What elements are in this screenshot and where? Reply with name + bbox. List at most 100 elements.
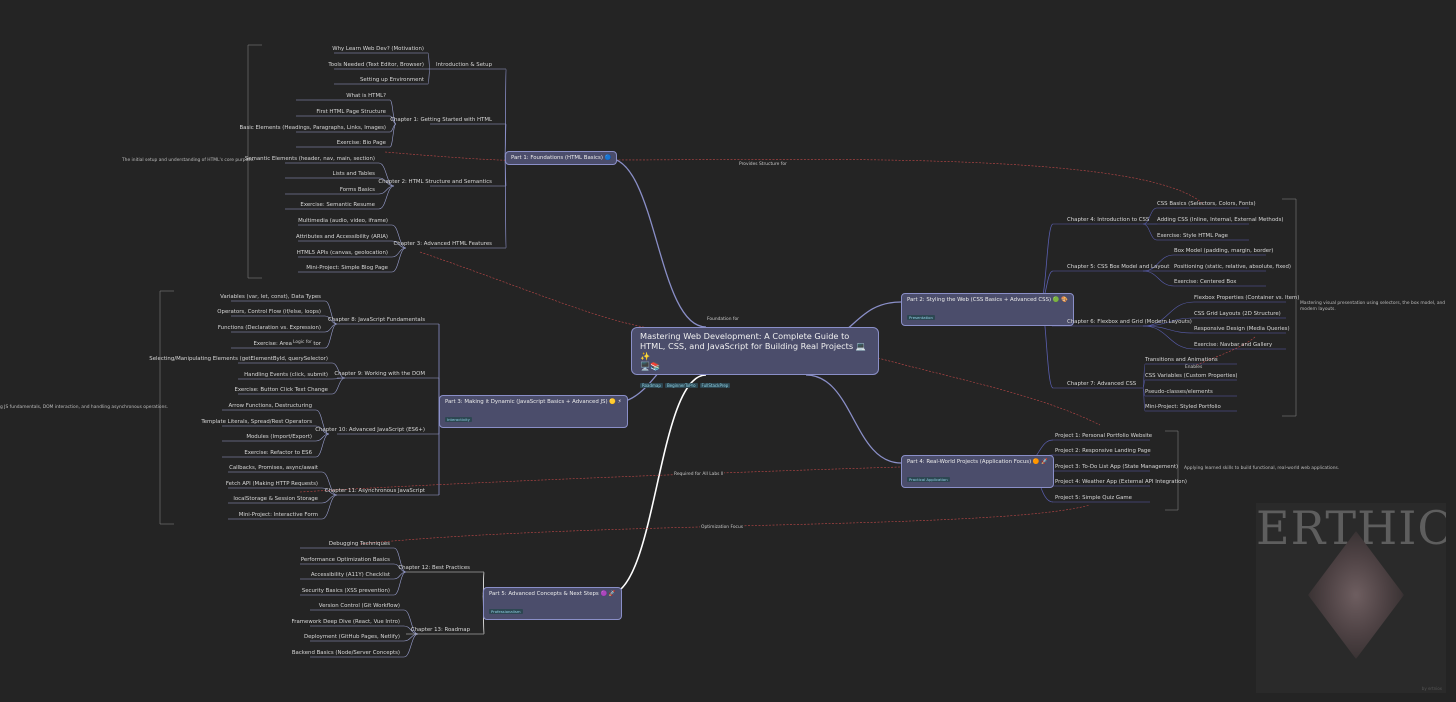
chapter-2[interactable]: Chapter 2: HTML Structure and Semantics <box>378 179 492 186</box>
chapter-10[interactable]: Chapter 10: Advanced JavaScript (ES6+) <box>315 427 425 434</box>
chapter-13[interactable]: Chapter 13: Roadmap <box>411 627 470 634</box>
leaf-ch9-2[interactable]: Handling Events (click, submit) <box>244 372 328 379</box>
part-2-node[interactable]: Part 2: Styling the Web (CSS Basics + Ad… <box>901 293 1074 326</box>
leaf-ch10-4[interactable]: Exercise: Refactor to ES6 <box>244 450 312 457</box>
leaf-ch6-4[interactable]: Exercise: Navbar and Gallery <box>1194 342 1272 349</box>
leaf-project-2[interactable]: Project 2: Responsive Landing Page <box>1055 448 1151 455</box>
leaf-ch10-3[interactable]: Modules (Import/Export) <box>246 434 312 441</box>
part-4-node[interactable]: Part 4: Real-World Projects (Application… <box>901 455 1055 488</box>
leaf-ch13-2[interactable]: Framework Deep Dive (React, Vue Intro) <box>292 619 400 626</box>
leaf-ch8-2[interactable]: Operators, Control Flow (if/else, loops) <box>217 309 321 316</box>
part-5-node[interactable]: Part 5: Advanced Concepts & Next Steps 🟣… <box>483 587 622 620</box>
part-2-title: Part 2: Styling the Web (CSS Basics + Ad… <box>907 297 1068 303</box>
chapter-3[interactable]: Chapter 3: Advanced HTML Features <box>394 241 492 248</box>
chapter-6[interactable]: Chapter 6: Flexbox and Grid (Modern Layo… <box>1067 319 1192 326</box>
leaf-ch9-3[interactable]: Exercise: Button Click Text Change <box>234 387 328 394</box>
part-1-node[interactable]: Part 1: Foundations (HTML Basics) 🔵 <box>505 151 618 165</box>
leaf-ch6-3[interactable]: Responsive Design (Media Queries) <box>1194 326 1290 333</box>
part-3-title: Part 3: Making it Dynamic (JavaScript Ba… <box>445 399 622 405</box>
leaf-ch9-1[interactable]: Selecting/Manipulating Elements (getElem… <box>149 356 328 363</box>
part-3-node[interactable]: Part 3: Making it Dynamic (JavaScript Ba… <box>439 395 628 428</box>
leaf-ch7-3[interactable]: Pseudo-classes/elements <box>1145 389 1213 396</box>
leaf-intro-2[interactable]: Tools Needed (Text Editor, Browser) <box>328 62 424 69</box>
leaf-ch11-4[interactable]: Mini-Project: Interactive Form <box>239 512 318 519</box>
leaf-ch5-2[interactable]: Positioning (static, relative, absolute,… <box>1174 264 1291 271</box>
relation-required-for: Required for All Labs ll <box>673 472 725 477</box>
chapter-8[interactable]: Chapter 8: JavaScript Fundamentals <box>328 317 425 324</box>
chapter-7[interactable]: Chapter 7: Advanced CSS <box>1067 381 1136 388</box>
summary-part-3: g JS fundamentals, DOM interaction, and … <box>0 405 169 410</box>
leaf-project-4[interactable]: Project 4: Weather App (External API Int… <box>1055 479 1187 486</box>
tag-beginner-to-pro: BeginnerToPro <box>664 383 698 388</box>
leaf-ch11-3[interactable]: localStorage & Session Storage <box>233 496 318 503</box>
leaf-ch6-1[interactable]: Flexbox Properties (Container vs. Item) <box>1194 295 1299 302</box>
leaf-connector <box>427 52 431 70</box>
leaf-ch2-1[interactable]: Semantic Elements (header, nav, main, se… <box>245 156 375 163</box>
leaf-ch1-3[interactable]: Basic Elements (Headings, Paragraphs, Li… <box>239 125 386 132</box>
part-5-title: Part 5: Advanced Concepts & Next Steps 🟣… <box>489 591 616 597</box>
tag-roadmap: Roadmap <box>640 383 663 388</box>
leaf-ch2-4[interactable]: Exercise: Semantic Resume <box>300 202 375 209</box>
leaf-ch12-4[interactable]: Security Basics (XSS prevention) <box>302 588 390 595</box>
summary-part-4: Applying learned skills to build functio… <box>1184 466 1340 471</box>
chapter-5[interactable]: Chapter 5: CSS Box Model and Layout <box>1067 264 1169 271</box>
leaf-ch10-1[interactable]: Arrow Functions, Destructuring <box>228 403 312 410</box>
leaf-intro-3[interactable]: Setting up Environment <box>360 77 424 84</box>
leaf-ch8-3[interactable]: Functions (Declaration vs. Expression) <box>218 325 321 332</box>
leaf-ch8-1[interactable]: Variables (var, let, const), Data Types <box>220 294 321 301</box>
branch-part-1 <box>607 157 707 328</box>
chapter-9[interactable]: Chapter 9: Working with the DOM <box>334 371 425 378</box>
relation-enables: Enables <box>1184 365 1204 370</box>
leaf-ch12-2[interactable]: Performance Optimization Basics <box>301 557 390 564</box>
leaf-ch1-4[interactable]: Exercise: Bio Page <box>337 140 386 147</box>
chapter-12[interactable]: Chapter 12: Best Practices <box>398 565 470 572</box>
relation-logic-for: Logic for <box>292 340 313 345</box>
leaf-ch4-1[interactable]: CSS Basics (Selectors, Colors, Fonts) <box>1157 201 1256 208</box>
leaf-ch13-4[interactable]: Backend Basics (Node/Server Concepts) <box>292 650 400 657</box>
leaf-ch3-3[interactable]: HTML5 APIs (canvas, geolocation) <box>297 250 388 257</box>
leaf-ch11-1[interactable]: Callbacks, Promises, async/await <box>229 465 318 472</box>
chapter-11[interactable]: Chapter 11: Asynchronous JavaScript <box>325 488 425 495</box>
leaf-ch11-2[interactable]: Fetch API (Making HTTP Requests) <box>226 481 318 488</box>
leaf-ch2-3[interactable]: Forms Basics <box>340 187 375 194</box>
part-4-tag: Practical Application <box>907 477 950 482</box>
leaf-ch5-3[interactable]: Exercise: Centered Box <box>1174 279 1236 286</box>
chapter-intro-setup[interactable]: Introduction & Setup <box>436 62 492 69</box>
leaf-ch3-4[interactable]: Mini-Project: Simple Blog Page <box>306 265 388 272</box>
relation-curve <box>877 357 1101 426</box>
leaf-project-3[interactable]: Project 3: To-Do List App (State Managem… <box>1055 464 1178 471</box>
leaf-ch6-2[interactable]: CSS Grid Layouts (2D Structure) <box>1194 311 1281 318</box>
leaf-ch2-2[interactable]: Lists and Tables <box>332 171 375 178</box>
central-topic-node[interactable]: Mastering Web Development: A Complete Gu… <box>631 327 879 388</box>
leaf-intro-1[interactable]: Why Learn Web Dev? (Motivation) <box>332 46 424 53</box>
leaf-ch12-1[interactable]: Debugging Techniques <box>329 541 390 548</box>
leaf-ch3-2[interactable]: Attributes and Accessibility (ARIA) <box>296 234 388 241</box>
leaf-ch7-2[interactable]: CSS Variables (Custom Properties) <box>1145 373 1237 380</box>
part-4-title: Part 4: Real-World Projects (Application… <box>907 459 1049 465</box>
watermark-panel: ERTHIOX by ertniox <box>1256 503 1446 693</box>
leaf-ch5-1[interactable]: Box Model (padding, margin, border) <box>1174 248 1273 255</box>
tag-fullstack-prep: FullStackPrep <box>699 383 731 388</box>
branch-chapter <box>1039 223 1054 303</box>
chapter-4[interactable]: Chapter 4: Introduction to CSS <box>1067 217 1149 224</box>
relation-optimization-focus: Optimization Focus <box>700 525 745 530</box>
leaf-ch12-3[interactable]: Accessibility (A11Y) Checklist <box>311 572 390 579</box>
leaf-project-5[interactable]: Project 5: Simple Quiz Game <box>1055 495 1132 502</box>
part-5-tag: Professionalism <box>489 609 523 614</box>
summary-bracket <box>1282 198 1297 417</box>
relation-foundation-for: Foundation for <box>706 317 740 322</box>
leaf-ch4-3[interactable]: Exercise: Style HTML Page <box>1157 233 1228 240</box>
leaf-ch10-2[interactable]: Template Literals, Spread/Rest Operators <box>201 419 312 426</box>
leaf-ch7-1[interactable]: Transitions and Animations <box>1145 357 1218 364</box>
relation-curve <box>607 158 1205 206</box>
chapter-1[interactable]: Chapter 1: Getting Started with HTML <box>390 117 492 124</box>
leaf-ch7-4[interactable]: Mini-Project: Styled Portfolio <box>1145 404 1221 411</box>
leaf-ch1-2[interactable]: First HTML Page Structure <box>316 109 386 116</box>
leaf-ch13-3[interactable]: Deployment (GitHub Pages, Netlify) <box>304 634 400 641</box>
leaf-project-1[interactable]: Project 1: Personal Portfolio Website <box>1055 433 1152 440</box>
leaf-ch4-2[interactable]: Adding CSS (Inline, Internal, External M… <box>1157 217 1283 224</box>
leaf-ch3-1[interactable]: Multimedia (audio, video, iframe) <box>298 218 388 225</box>
leaf-ch1-1[interactable]: What is HTML? <box>346 93 386 100</box>
leaf-ch13-1[interactable]: Version Control (Git Workflow) <box>319 603 400 610</box>
leaf-connector <box>391 247 407 273</box>
